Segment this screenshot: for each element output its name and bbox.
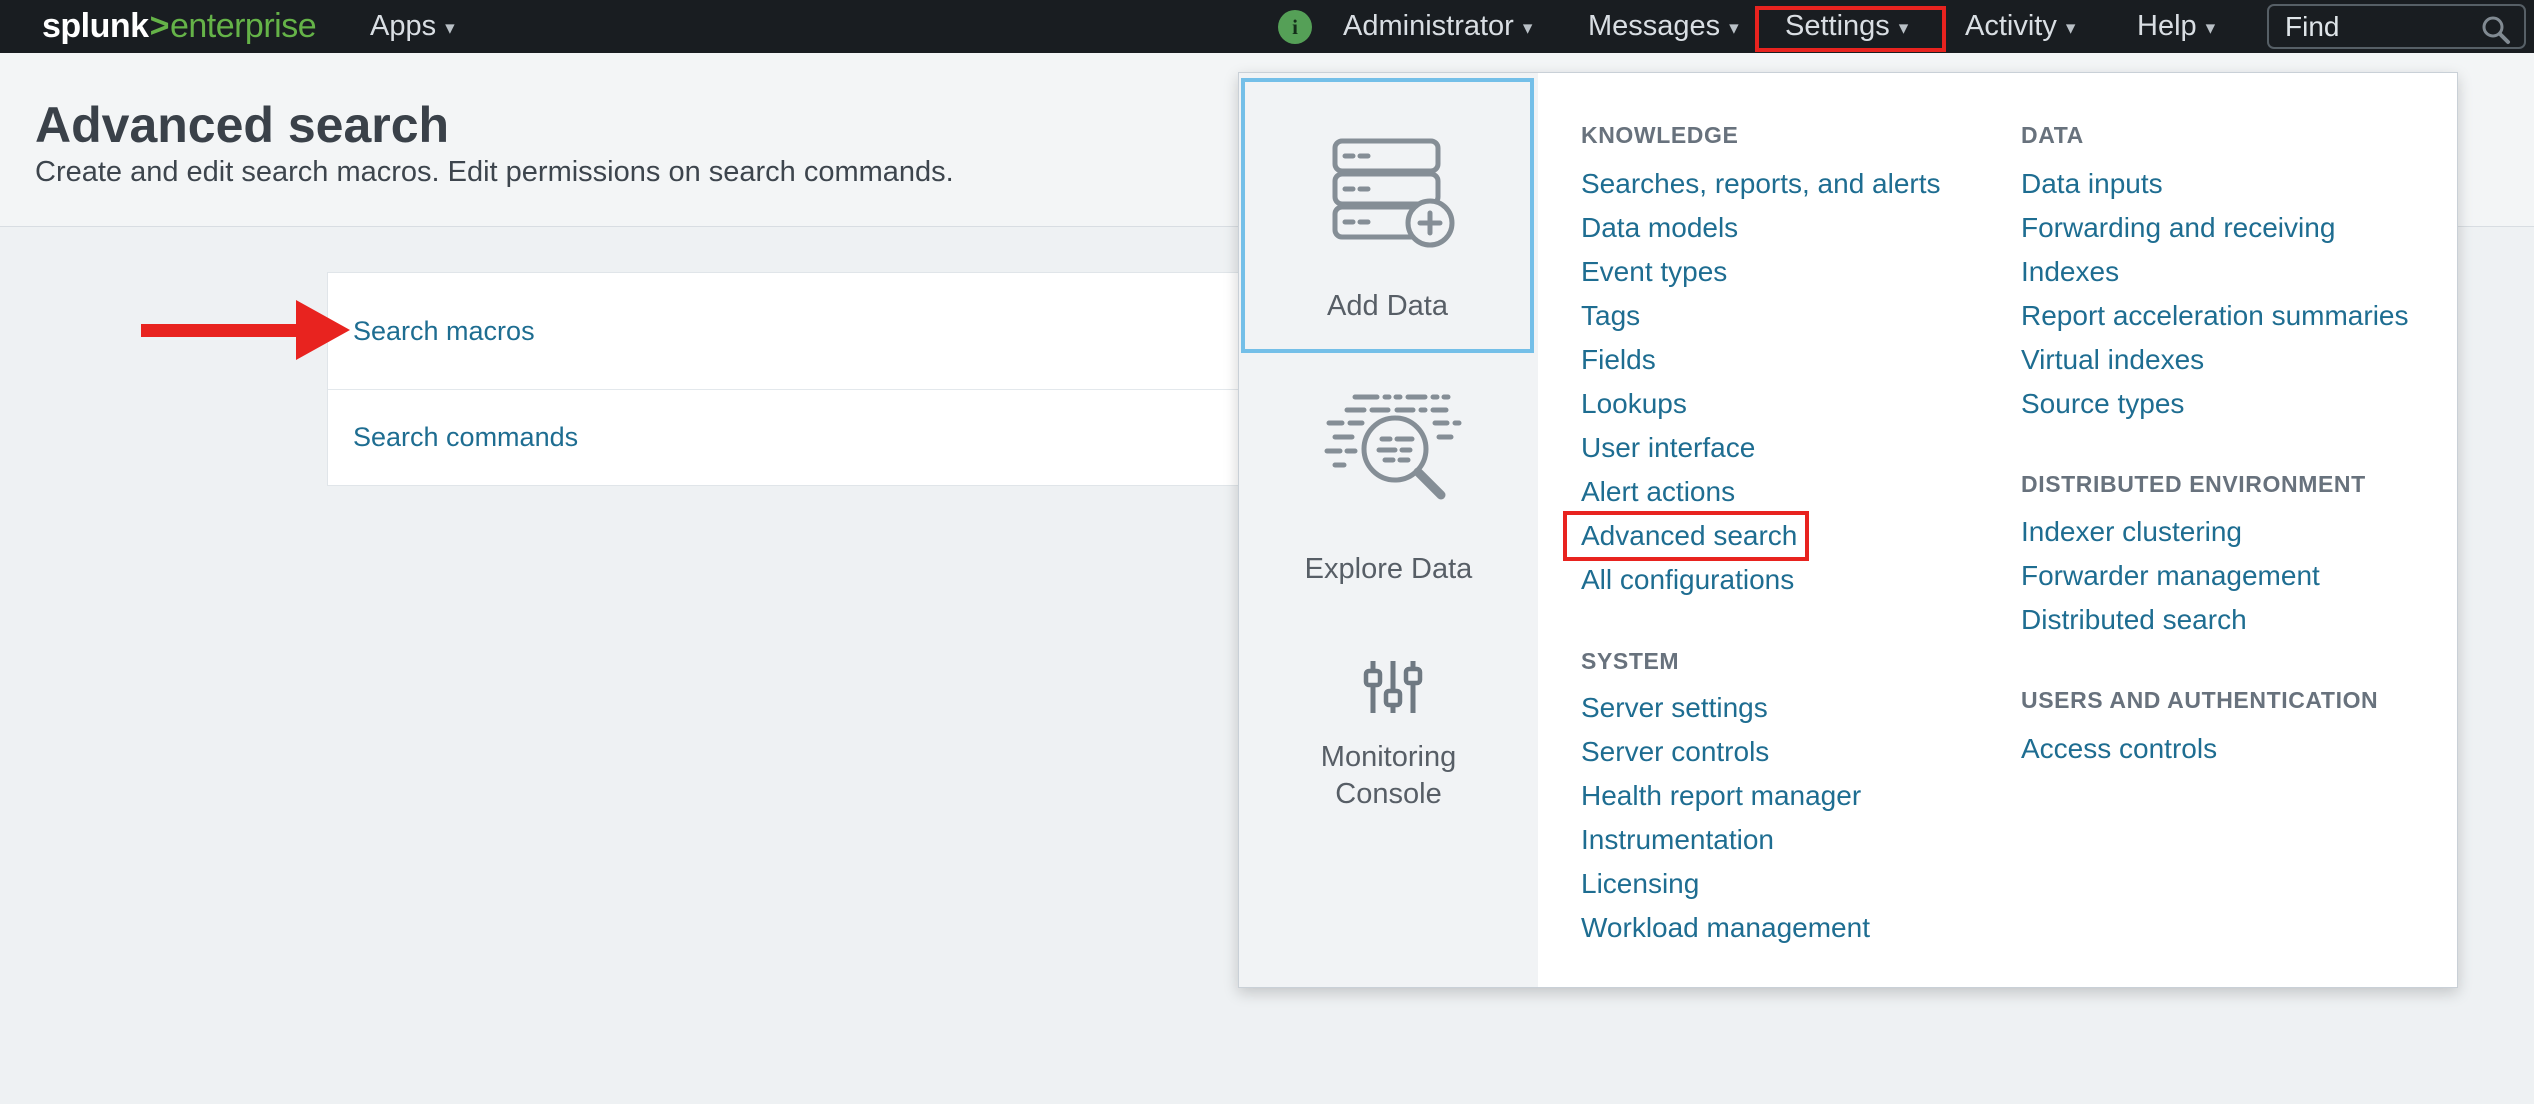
users-section-list: Access controls xyxy=(2021,727,2217,771)
logo-enterprise-text: enterprise xyxy=(170,7,316,46)
health-info-icon[interactable]: i xyxy=(1278,10,1312,44)
search-macros-link[interactable]: Search macros xyxy=(353,316,535,347)
menu-item[interactable]: Fields xyxy=(1581,338,1941,382)
monitoring-console-label: Monitoring Console xyxy=(1239,739,1538,813)
menu-item[interactable]: Server settings xyxy=(1581,686,1870,730)
add-data-label: Add Data xyxy=(1245,288,1530,325)
menu-item[interactable]: Data models xyxy=(1581,206,1941,250)
menu-item[interactable]: Licensing xyxy=(1581,862,1870,906)
menu-item[interactable]: Source types xyxy=(2021,382,2409,426)
chevron-down-icon: ▾ xyxy=(1899,17,1909,40)
menu-item[interactable]: Virtual indexes xyxy=(2021,338,2409,382)
page-subtitle: Create and edit search macros. Edit perm… xyxy=(35,157,954,187)
nav-settings-label: Settings xyxy=(1785,10,1890,43)
info-icon-glyph: i xyxy=(1292,15,1298,40)
monitoring-console-icon xyxy=(1363,657,1423,717)
data-section-header: DATA xyxy=(2021,121,2084,149)
data-section-list: Data inputs Forwarding and receiving Ind… xyxy=(2021,162,2409,426)
nav-messages-label: Messages xyxy=(1588,10,1720,43)
logo-gt-icon: > xyxy=(150,7,169,46)
settings-dropdown-panel: Add Data Explore Data xyxy=(1238,72,2458,988)
chevron-down-icon: ▾ xyxy=(445,17,455,40)
menu-item[interactable]: Indexes xyxy=(2021,250,2409,294)
chevron-down-icon: ▾ xyxy=(1729,17,1739,40)
search-icon xyxy=(2480,14,2512,46)
menu-item[interactable]: Forwarding and receiving xyxy=(2021,206,2409,250)
menu-item[interactable]: Distributed search xyxy=(2021,598,2320,642)
chevron-down-icon: ▾ xyxy=(2066,17,2076,40)
find-placeholder: Find xyxy=(2285,11,2339,43)
menu-item[interactable]: All configurations xyxy=(1581,558,1941,602)
nav-apps-label: Apps xyxy=(370,10,436,43)
nav-user-menu[interactable]: Administrator ▾ xyxy=(1343,0,1532,53)
menu-item[interactable]: Searches, reports, and alerts xyxy=(1581,162,1941,206)
find-input[interactable]: Find xyxy=(2267,4,2526,49)
menu-item[interactable]: Lookups xyxy=(1581,382,1941,426)
add-data-icon xyxy=(1329,137,1459,249)
splunk-advanced-search-page: { "navbar": { "logo": { "brand": "splunk… xyxy=(0,0,2534,1104)
system-section-header: SYSTEM xyxy=(1581,647,1679,675)
menu-item-advanced-search[interactable]: Advanced search xyxy=(1581,514,1941,558)
chevron-down-icon: ▾ xyxy=(1523,17,1533,40)
top-navbar: splunk>enterprise Apps ▾ i Administrator… xyxy=(0,0,2534,53)
menu-item[interactable]: Data inputs xyxy=(2021,162,2409,206)
distributed-section-header: DISTRIBUTED ENVIRONMENT xyxy=(2021,470,2366,498)
menu-item[interactable]: Alert actions xyxy=(1581,470,1941,514)
menu-item[interactable]: Access controls xyxy=(2021,727,2217,771)
menu-item[interactable]: Indexer clustering xyxy=(2021,510,2320,554)
distributed-section-list: Indexer clustering Forwarder management … xyxy=(2021,510,2320,642)
annotation-arrow-icon xyxy=(141,298,351,362)
knowledge-section-list: Searches, reports, and alerts Data model… xyxy=(1581,162,1941,602)
nav-help-menu[interactable]: Help ▾ xyxy=(2137,0,2215,53)
users-section-header: USERS AND AUTHENTICATION xyxy=(2021,686,2378,714)
system-section-list: Server settings Server controls Health r… xyxy=(1581,686,1870,950)
nav-apps-menu[interactable]: Apps ▾ xyxy=(370,0,455,53)
splunk-logo[interactable]: splunk>enterprise xyxy=(42,0,316,53)
menu-item[interactable]: Health report manager xyxy=(1581,774,1870,818)
nav-activity-menu[interactable]: Activity ▾ xyxy=(1965,0,2075,53)
menu-item[interactable]: User interface xyxy=(1581,426,1941,470)
menu-item[interactable]: Workload management xyxy=(1581,906,1870,950)
menu-item[interactable]: Instrumentation xyxy=(1581,818,1870,862)
nav-activity-label: Activity xyxy=(1965,10,2057,43)
logo-splunk-text: splunk xyxy=(42,7,149,46)
menu-item[interactable]: Event types xyxy=(1581,250,1941,294)
chevron-down-icon: ▾ xyxy=(2206,17,2216,40)
nav-settings-menu[interactable]: Settings ▾ xyxy=(1785,0,1908,53)
search-commands-link[interactable]: Search commands xyxy=(353,422,578,453)
nav-messages-menu[interactable]: Messages ▾ xyxy=(1588,0,1739,53)
page-title: Advanced search xyxy=(35,100,449,150)
add-data-tile[interactable]: Add Data xyxy=(1241,78,1534,353)
nav-help-label: Help xyxy=(2137,10,2197,43)
knowledge-section-header: KNOWLEDGE xyxy=(1581,121,1738,149)
explore-data-icon xyxy=(1319,391,1467,517)
menu-item[interactable]: Server controls xyxy=(1581,730,1870,774)
panel-tiles-strip: Add Data Explore Data xyxy=(1239,73,1538,987)
nav-user-label: Administrator xyxy=(1343,10,1514,43)
menu-item[interactable]: Tags xyxy=(1581,294,1941,338)
explore-data-label: Explore Data xyxy=(1239,551,1538,588)
menu-item[interactable]: Forwarder management xyxy=(2021,554,2320,598)
menu-item[interactable]: Report acceleration summaries xyxy=(2021,294,2409,338)
